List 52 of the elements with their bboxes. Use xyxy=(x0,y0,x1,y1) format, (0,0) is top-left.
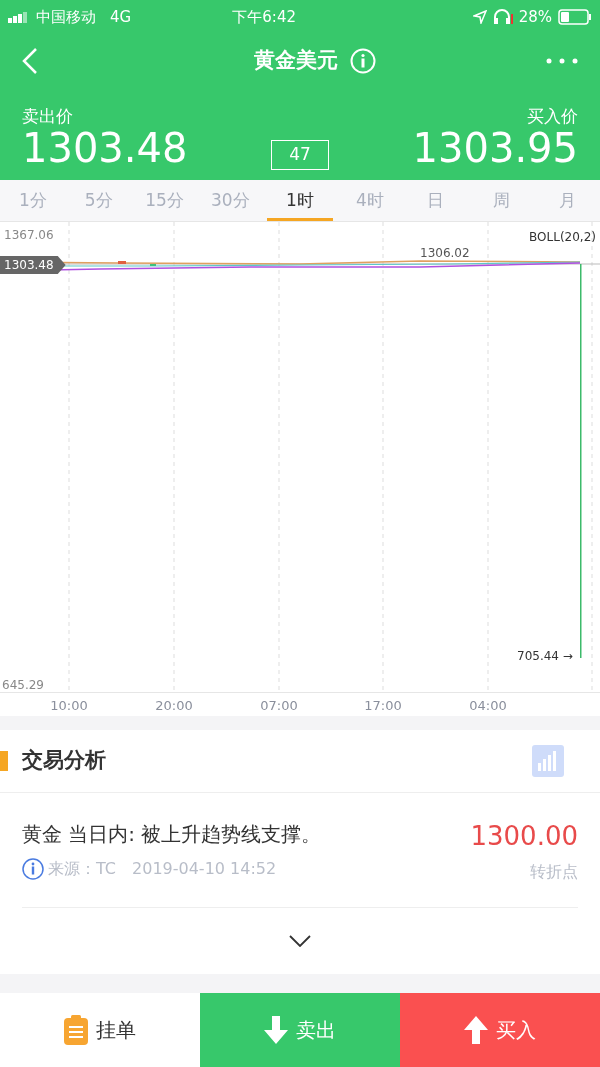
more-icon[interactable] xyxy=(546,58,578,64)
buy-price-label: 买入价 xyxy=(527,106,578,126)
analysis-headline: 黄金 当日内: 被上升趋势线支撑。 xyxy=(22,821,322,848)
timeframe-tab[interactable]: 5分 xyxy=(65,180,132,221)
x-axis-label: 10:00 xyxy=(49,697,89,715)
x-axis-label: 17:00 xyxy=(363,697,403,715)
chart-icon[interactable] xyxy=(532,745,564,777)
x-axis-label: 04:00 xyxy=(468,697,508,715)
section-marker xyxy=(0,751,8,771)
spread-value: 47 xyxy=(271,140,329,170)
headphones-icon xyxy=(492,9,513,25)
x-axis-label: 07:00 xyxy=(259,697,299,715)
sell-price-label: 卖出价 xyxy=(22,106,74,126)
high-marker: 1306.02 xyxy=(418,246,472,260)
y-axis-min: 645.29 xyxy=(2,677,44,694)
carrier-name: 中国移动 xyxy=(36,6,96,28)
action-button[interactable]: 买入 xyxy=(400,993,600,1067)
page-title: 黄金美元 xyxy=(254,47,338,75)
y-axis-max: 1367.06 xyxy=(4,227,54,244)
timeframe-tab[interactable]: 月 xyxy=(534,180,600,221)
info-icon xyxy=(22,858,44,880)
pivot-label: 转折点 xyxy=(530,860,578,883)
timeframe-tab[interactable]: 1分 xyxy=(0,180,66,221)
pivot-value: 1300.00 xyxy=(470,819,578,853)
section-title: 交易分析 xyxy=(22,747,106,775)
timeframe-tab[interactable]: 日 xyxy=(402,180,469,221)
location-icon xyxy=(472,10,487,24)
buy-price: 1303.95 xyxy=(412,126,578,170)
action-button[interactable]: 挂单 xyxy=(0,993,200,1067)
back-icon[interactable] xyxy=(22,48,38,74)
status-time: 下午6:42 xyxy=(231,6,297,28)
down-arrow-icon xyxy=(264,1016,288,1044)
clipboard-icon xyxy=(64,1015,88,1045)
indicator-label: BOLL(20,2) xyxy=(529,229,596,246)
current-price-tag: 1303.48 xyxy=(0,256,66,274)
action-button[interactable]: 卖出 xyxy=(200,993,400,1067)
up-arrow-icon xyxy=(464,1016,488,1044)
timeframe-tab[interactable]: 30分 xyxy=(197,180,264,221)
x-axis-label: 20:00 xyxy=(154,697,194,715)
network-type: 4G xyxy=(110,6,132,28)
signal-icon xyxy=(8,11,30,23)
timeframe-tab[interactable]: 4时 xyxy=(336,180,403,221)
sell-price: 1303.48 xyxy=(22,126,188,170)
battery-percent: 28% xyxy=(518,6,552,28)
low-marker: 705.44 → xyxy=(517,648,573,665)
timeframe-tab[interactable]: 周 xyxy=(468,180,535,221)
info-icon[interactable] xyxy=(350,48,376,74)
analysis-datetime: 2019-04-10 14:52 xyxy=(132,858,277,880)
analysis-source: 来源：TC xyxy=(48,858,116,880)
battery-icon xyxy=(558,9,592,25)
timeframe-tab[interactable]: 15分 xyxy=(131,180,198,221)
chevron-down-icon[interactable] xyxy=(289,935,311,947)
